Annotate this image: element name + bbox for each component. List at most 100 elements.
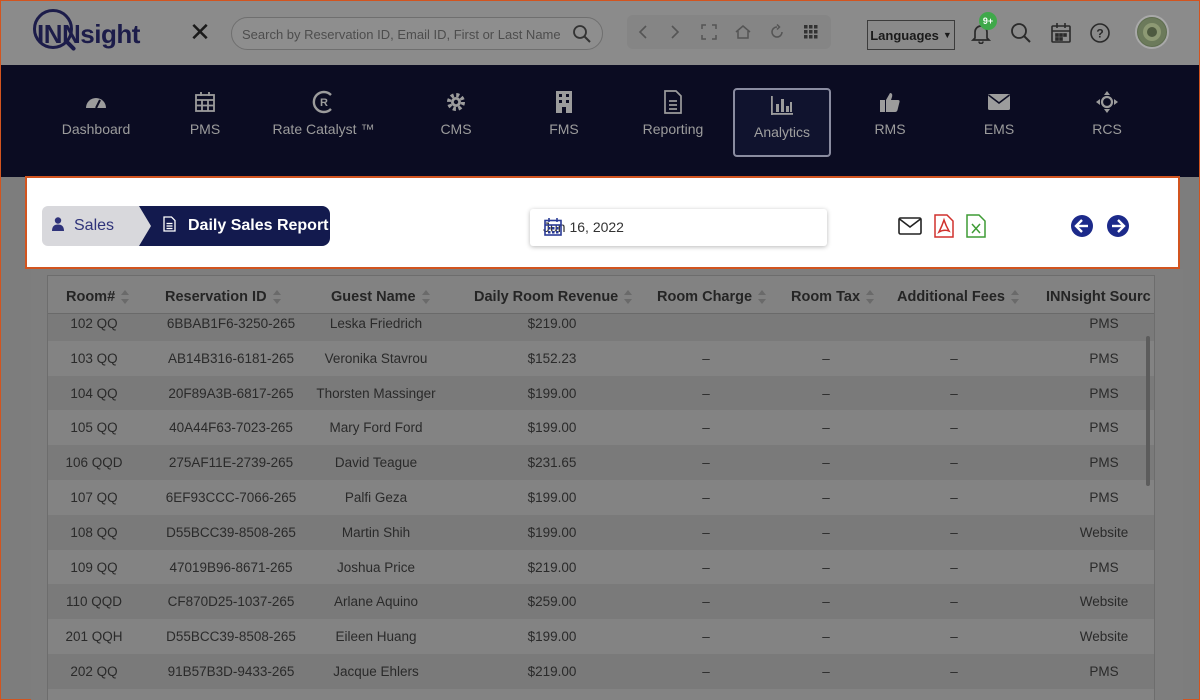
top-header: INNsight ✕ Languages ▼ 9+ <box>1 1 1199 65</box>
table-cell: D55BCC39-8508-265 <box>166 524 296 540</box>
table-cell: $199.00 <box>527 385 577 401</box>
table-cell: 91B57B3D-9433-265 <box>167 663 295 679</box>
table-cell: – <box>702 559 710 575</box>
chevron-left-icon[interactable] <box>631 20 655 44</box>
module-ems[interactable]: EMS <box>949 87 1049 157</box>
module-rate-catalyst[interactable]: R Rate Catalyst ™ <box>266 87 381 157</box>
table-cell: $219.00 <box>527 663 577 679</box>
table-cell: – <box>822 663 830 679</box>
breadcrumb-sales[interactable]: Sales <box>42 206 142 246</box>
search-input[interactable] <box>242 24 562 44</box>
email-report-icon[interactable] <box>897 213 923 239</box>
module-dashboard[interactable]: Dashboard <box>46 87 146 157</box>
module-rms[interactable]: RMS <box>840 87 940 157</box>
table-cell: 109 QQ <box>70 559 118 575</box>
calendar-icon[interactable] <box>1049 21 1073 45</box>
close-icon[interactable]: ✕ <box>187 17 213 47</box>
sort-icon <box>421 290 430 304</box>
table-row[interactable]: 105 QQ 40A44F63-7023-265 Mary Ford Ford $19… <box>48 410 1154 446</box>
document-icon <box>623 87 723 117</box>
table-cell: – <box>950 385 958 401</box>
sort-icon <box>758 290 767 304</box>
user-icon <box>52 216 64 236</box>
previous-date-arrow-icon[interactable] <box>1069 213 1095 239</box>
table-row[interactable]: 110 QQD CF870D25-1037-265 Arlane Aquino $25… <box>48 584 1154 620</box>
page-title: Daily Sales Report <box>188 217 329 234</box>
table-scrollbar[interactable] <box>1146 336 1150 486</box>
table-cell: PMS <box>1089 559 1119 575</box>
report-date-picker[interactable]: Jun 16, 2022 <box>530 209 827 246</box>
table-cell: $199.00 <box>527 524 577 540</box>
help-icon[interactable]: ? <box>1088 21 1112 45</box>
table-cell: PMS <box>1089 350 1119 366</box>
table-row[interactable]: 201 QQH D55BCC39-8508-265 Eileen Huang $199… <box>48 619 1154 654</box>
fullscreen-icon[interactable] <box>697 20 721 44</box>
sort-icon <box>121 290 130 304</box>
chevron-right-icon[interactable] <box>663 20 687 44</box>
module-reporting[interactable]: Reporting <box>623 87 723 157</box>
table-row[interactable]: 108 QQ D55BCC39-8508-265 Martin Shih $199.0… <box>48 514 1154 550</box>
table-row[interactable]: 109 QQ 47019B96-8671-265 Joshua Price $219.… <box>48 549 1154 585</box>
report-document-icon <box>163 215 176 237</box>
table-row[interactable]: 104 QQ 20F89A3B-6817-265 Thorsten Massinge… <box>48 375 1154 411</box>
table-cell: – <box>950 489 958 505</box>
table-row[interactable]: 103 QQ AB14B316-6181-265 Veronika Stavrou $… <box>48 340 1154 376</box>
column-header-additional-fees[interactable]: Additional Fees <box>897 288 1019 306</box>
table-cell: Jacque Ehlers <box>333 663 419 679</box>
column-header-daily-room-revenue[interactable]: Daily Room Revenue <box>474 288 633 306</box>
innsight-logo[interactable]: INNsight <box>31 9 166 57</box>
table-cell: $152.23 <box>527 350 577 366</box>
table-cell: $199.00 <box>527 489 577 505</box>
table-cell: 6EF93CCC-7066-265 <box>165 489 297 505</box>
table-cell: CF870D25-1037-265 <box>167 594 295 610</box>
table-cell: – <box>822 559 830 575</box>
table-cell: Website <box>1079 524 1129 540</box>
module-cms[interactable]: CMS <box>406 87 506 157</box>
home-icon[interactable] <box>731 20 755 44</box>
table-cell: D55BCC39-8508-265 <box>166 629 296 645</box>
table-cell: – <box>702 489 710 505</box>
table-row[interactable]: 107 QQ 6EF93CCC-7066-265 Palfi Geza $199.00… <box>48 479 1154 515</box>
search-icon[interactable] <box>572 24 592 44</box>
module-fms[interactable]: FMS <box>514 87 614 157</box>
table-cell: – <box>822 420 830 436</box>
table-cell: – <box>822 594 830 610</box>
table-row[interactable]: 106 QQD 275AF11E-2739-265 David Teague $231… <box>48 445 1154 480</box>
languages-dropdown[interactable]: Languages ▼ <box>867 20 955 50</box>
next-date-arrow-icon[interactable] <box>1105 213 1131 239</box>
report-content: Room# Reservation ID Guest Name Daily Ro… <box>31 269 1183 700</box>
rate-catalyst-icon: R <box>266 87 381 117</box>
envelope-icon <box>949 87 1049 117</box>
notification-badge: 9+ <box>979 12 997 30</box>
refresh-icon[interactable] <box>765 20 789 44</box>
module-pms[interactable]: PMS <box>155 87 255 157</box>
table-cell: 201 QQH <box>65 629 123 645</box>
user-avatar[interactable] <box>1135 15 1169 49</box>
table-cell: 275AF11E-2739-265 <box>168 455 294 471</box>
table-cell: PMS <box>1089 385 1119 401</box>
excel-export-icon[interactable] <box>963 213 989 239</box>
table-cell: Mary Ford Ford <box>329 420 423 436</box>
table-cell: 105 QQ <box>70 420 118 436</box>
table-cell: – <box>822 524 830 540</box>
column-header-room-charge[interactable]: Room Charge <box>657 288 767 306</box>
column-header-room-tax[interactable]: Room Tax <box>791 288 875 306</box>
module-analytics[interactable]: Analytics <box>733 88 831 157</box>
column-header-guest-name[interactable]: Guest Name <box>331 288 430 306</box>
calendar-picker-icon[interactable] <box>543 217 563 237</box>
pdf-export-icon[interactable] <box>931 213 957 239</box>
column-header-room[interactable]: Room# <box>66 288 130 306</box>
table-row[interactable]: 203 QQDCCC3801-9558-265Pascal Stewardson… <box>48 688 1154 700</box>
table-row[interactable]: 202 QQ 91B57B3D-9433-265 Jacque Ehlers $219… <box>48 653 1154 689</box>
column-header-innsight-source[interactable]: INNsight Sourc <box>1046 288 1151 306</box>
languages-label: Languages <box>870 27 939 43</box>
svg-text:?: ? <box>1096 27 1103 41</box>
table-cell: $199.00 <box>527 629 577 645</box>
table-cell: PMS <box>1089 420 1119 436</box>
logo-text: INNsight <box>37 19 140 49</box>
apps-grid-icon[interactable] <box>799 20 823 44</box>
module-rcs[interactable]: RCS <box>1057 87 1157 157</box>
table-cell: Joshua Price <box>336 559 416 575</box>
column-header-reservation-id[interactable]: Reservation ID <box>165 288 281 306</box>
search-header-icon[interactable] <box>1009 21 1033 45</box>
